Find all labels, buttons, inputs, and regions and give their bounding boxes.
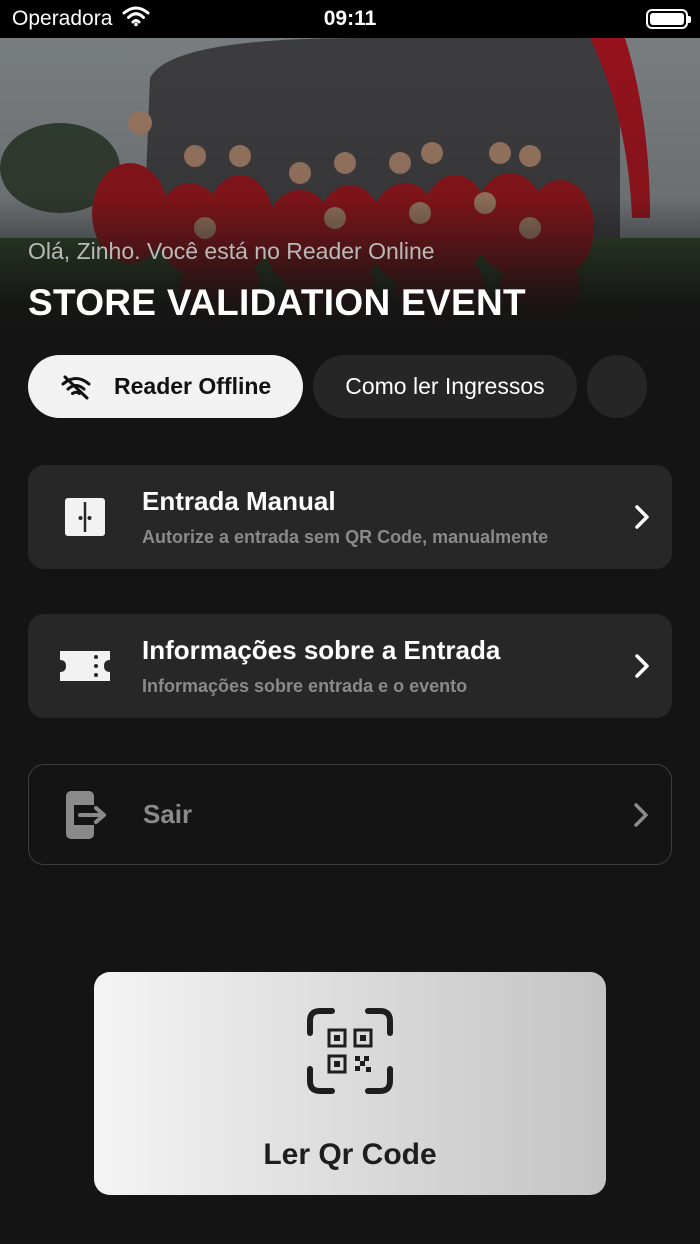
qr-code-scan-icon [306, 1007, 394, 1100]
wifi-off-icon [60, 374, 92, 400]
chevron-right-icon [611, 802, 671, 828]
hero-banner: Olá, Zinho. Você está no Reader Online S… [0, 38, 700, 330]
status-bar: Operadora 09:11 [0, 0, 700, 38]
chip-row: Reader Offline Como ler Ingressos [28, 355, 700, 418]
event-title: STORE VALIDATION EVENT [28, 282, 526, 323]
menu-item-subtitle: Autorize a entrada sem QR Code, manualme… [142, 527, 549, 547]
menu-item-informacoes[interactable]: Informações sobre a Entrada Informações … [28, 614, 672, 718]
menu-item-title: Informações sobre a Entrada [142, 635, 501, 665]
chip-como-ler-ingressos[interactable]: Como ler Ingressos [313, 355, 577, 418]
logout-icon [29, 789, 143, 841]
status-left: Operadora [12, 5, 150, 33]
read-qr-code-button[interactable]: Ler Qr Code [94, 972, 606, 1195]
menu-item-title: Entrada Manual [142, 486, 336, 516]
carrier-label: Operadora [12, 7, 113, 30]
wifi-icon [122, 5, 150, 33]
menu-item-entrada-manual[interactable]: Entrada Manual Autorize a entrada sem QR… [28, 465, 672, 569]
menu-item-subtitle: Informações sobre entrada e o evento [142, 676, 468, 696]
menu-item-text: Entrada Manual Autorize a entrada sem QR… [142, 486, 612, 548]
qr-button-label: Ler Qr Code [263, 1138, 437, 1171]
menu-item-title: Sair [143, 799, 193, 829]
chevron-right-icon [612, 504, 672, 530]
menu-item-text: Sair [143, 799, 611, 830]
chip-label: Como ler Ingressos [345, 373, 545, 399]
chip-label: Reader Offline [114, 373, 272, 399]
chevron-right-icon [612, 653, 672, 679]
door-icon [28, 495, 142, 539]
ticket-icon [28, 648, 142, 684]
chip-reader-offline[interactable]: Reader Offline [28, 355, 304, 418]
hero-greeting: Olá, Zinho. Você está no Reader Online [28, 238, 435, 264]
battery-icon [646, 9, 691, 29]
chip-more[interactable] [586, 355, 647, 418]
menu-item-text: Informações sobre a Entrada Informações … [142, 635, 612, 697]
menu-item-sair[interactable]: Sair [28, 764, 672, 865]
